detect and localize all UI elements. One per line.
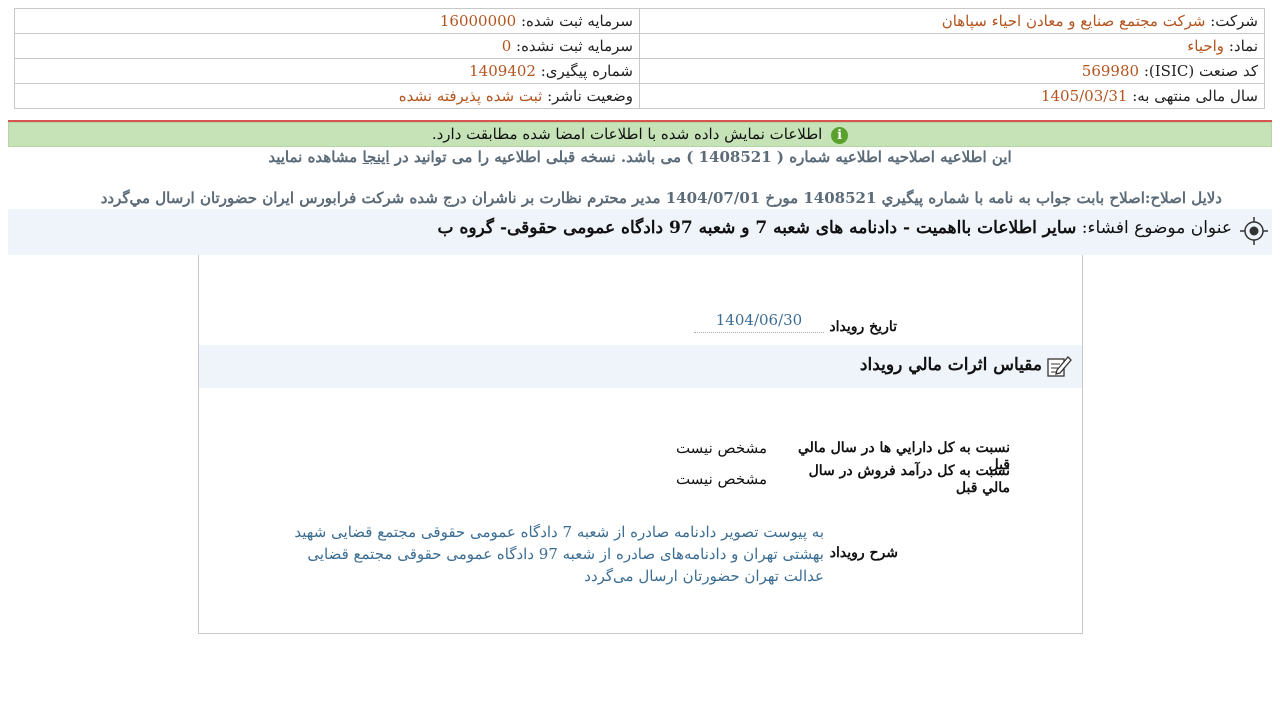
- unreg-capital-cell: سرمایه ثبت نشده: 0: [14, 33, 640, 59]
- signature-match-notice: i اطلاعات نمایش داده شده با اطلاعات امضا…: [8, 122, 1272, 147]
- company-value: شرکت مجتمع صنایع و معادن احیاء سپاهان: [941, 12, 1206, 30]
- company-info-table: شرکت: شرکت مجتمع صنایع و معادن احیاء سپا…: [14, 8, 1265, 109]
- symbol-label: نماد:: [1228, 37, 1258, 55]
- fiscal-value: 1405/03/31: [1040, 87, 1128, 105]
- publisher-value: ثبت شده پذیرفته نشده: [398, 87, 543, 105]
- event-panel: تاريخ رويداد 1404/06/30 مقياس اثرات مالي…: [198, 255, 1083, 634]
- event-description-label: شرح رويداد: [829, 545, 898, 561]
- info-icon: i: [831, 126, 849, 144]
- subject-label: عنوان موضوع افشاء:: [1081, 218, 1232, 238]
- subject-value: سایر اطلاعات بااهمیت - دادنامه های شعبه …: [437, 218, 1077, 238]
- unreg-capital-value: 0: [501, 37, 512, 55]
- event-description-value: به پیوست تصویر دادنامه صادره از شعبه 7 د…: [294, 523, 824, 585]
- correction-reasons: دلایل اصلاح:اصلاح بابت جواب به نامه با ش…: [100, 189, 1222, 207]
- isic-value: 569980: [1081, 62, 1140, 80]
- publisher-label: وضعیت ناشر:: [547, 87, 633, 105]
- ratio-revenue-label: نسبت به کل درآمد فروش در سال مالي قبل: [808, 463, 1010, 496]
- tracking-value: 1409402: [469, 62, 536, 80]
- unreg-capital-label: سرمایه ثبت نشده:: [516, 37, 633, 55]
- tracking-cell: شماره پیگیری: 1409402: [14, 58, 640, 84]
- correction-notice: این اطلاعیه اصلاحیه اطلاعیه شماره ( 1408…: [0, 148, 1280, 166]
- info-row: کد صنعت (ISIC): 569980 شماره پیگیری: 140…: [14, 58, 1265, 84]
- notice-text: اطلاعات نمایش داده شده با اطلاعات امضا ش…: [431, 125, 823, 143]
- info-row: سال مالی منتهی به: 1405/03/31 وضعیت ناشر…: [14, 83, 1265, 109]
- reg-capital-value: 16000000: [439, 12, 517, 30]
- isic-label: کد صنعت (ISIC):: [1143, 62, 1258, 80]
- info-row: نماد: واحیاء سرمایه ثبت نشده: 0: [14, 33, 1265, 59]
- fiscal-cell: سال مالی منتهی به: 1405/03/31: [639, 83, 1265, 109]
- financial-impact-header: مقياس اثرات مالي رويداد: [199, 345, 1082, 388]
- symbol-cell: نماد: واحیاء: [639, 33, 1265, 59]
- publisher-cell: وضعیت ناشر: ثبت شده پذیرفته نشده: [14, 83, 640, 109]
- previous-version-link[interactable]: اینجا: [362, 148, 389, 166]
- fiscal-label: سال مالی منتهی به:: [1132, 87, 1258, 105]
- target-icon: [1240, 217, 1268, 245]
- edit-icon: [1047, 356, 1072, 377]
- tracking-label: شماره پیگیری:: [540, 62, 633, 80]
- symbol-value: واحیاء: [1187, 37, 1225, 55]
- reg-capital-cell: سرمایه ثبت شده: 16000000: [14, 8, 640, 34]
- reg-capital-label: سرمایه ثبت شده:: [521, 12, 633, 30]
- section-title: مقياس اثرات مالي رويداد: [859, 355, 1042, 375]
- info-row: شرکت: شرکت مجتمع صنایع و معادن احیاء سپا…: [14, 8, 1265, 34]
- company-label: شرکت:: [1210, 12, 1258, 30]
- ratio-revenue-value: مشخص نيست: [675, 470, 767, 488]
- company-cell: شرکت: شرکت مجتمع صنایع و معادن احیاء سپا…: [639, 8, 1265, 34]
- subject-bar: عنوان موضوع افشاء: سایر اطلاعات بااهمیت …: [8, 209, 1272, 255]
- correction-text-before: این اطلاعیه اصلاحیه اطلاعیه شماره ( 1408…: [394, 148, 1012, 166]
- event-date-value: 1404/06/30: [694, 311, 824, 333]
- correction-text-after: مشاهده نمایید: [268, 148, 358, 166]
- ratio-assets-value: مشخص نيست: [675, 439, 767, 457]
- isic-cell: کد صنعت (ISIC): 569980: [639, 58, 1265, 84]
- event-date-label: تاريخ رويداد: [829, 319, 897, 335]
- subject-title: عنوان موضوع افشاء: سایر اطلاعات بااهمیت …: [438, 218, 1232, 238]
